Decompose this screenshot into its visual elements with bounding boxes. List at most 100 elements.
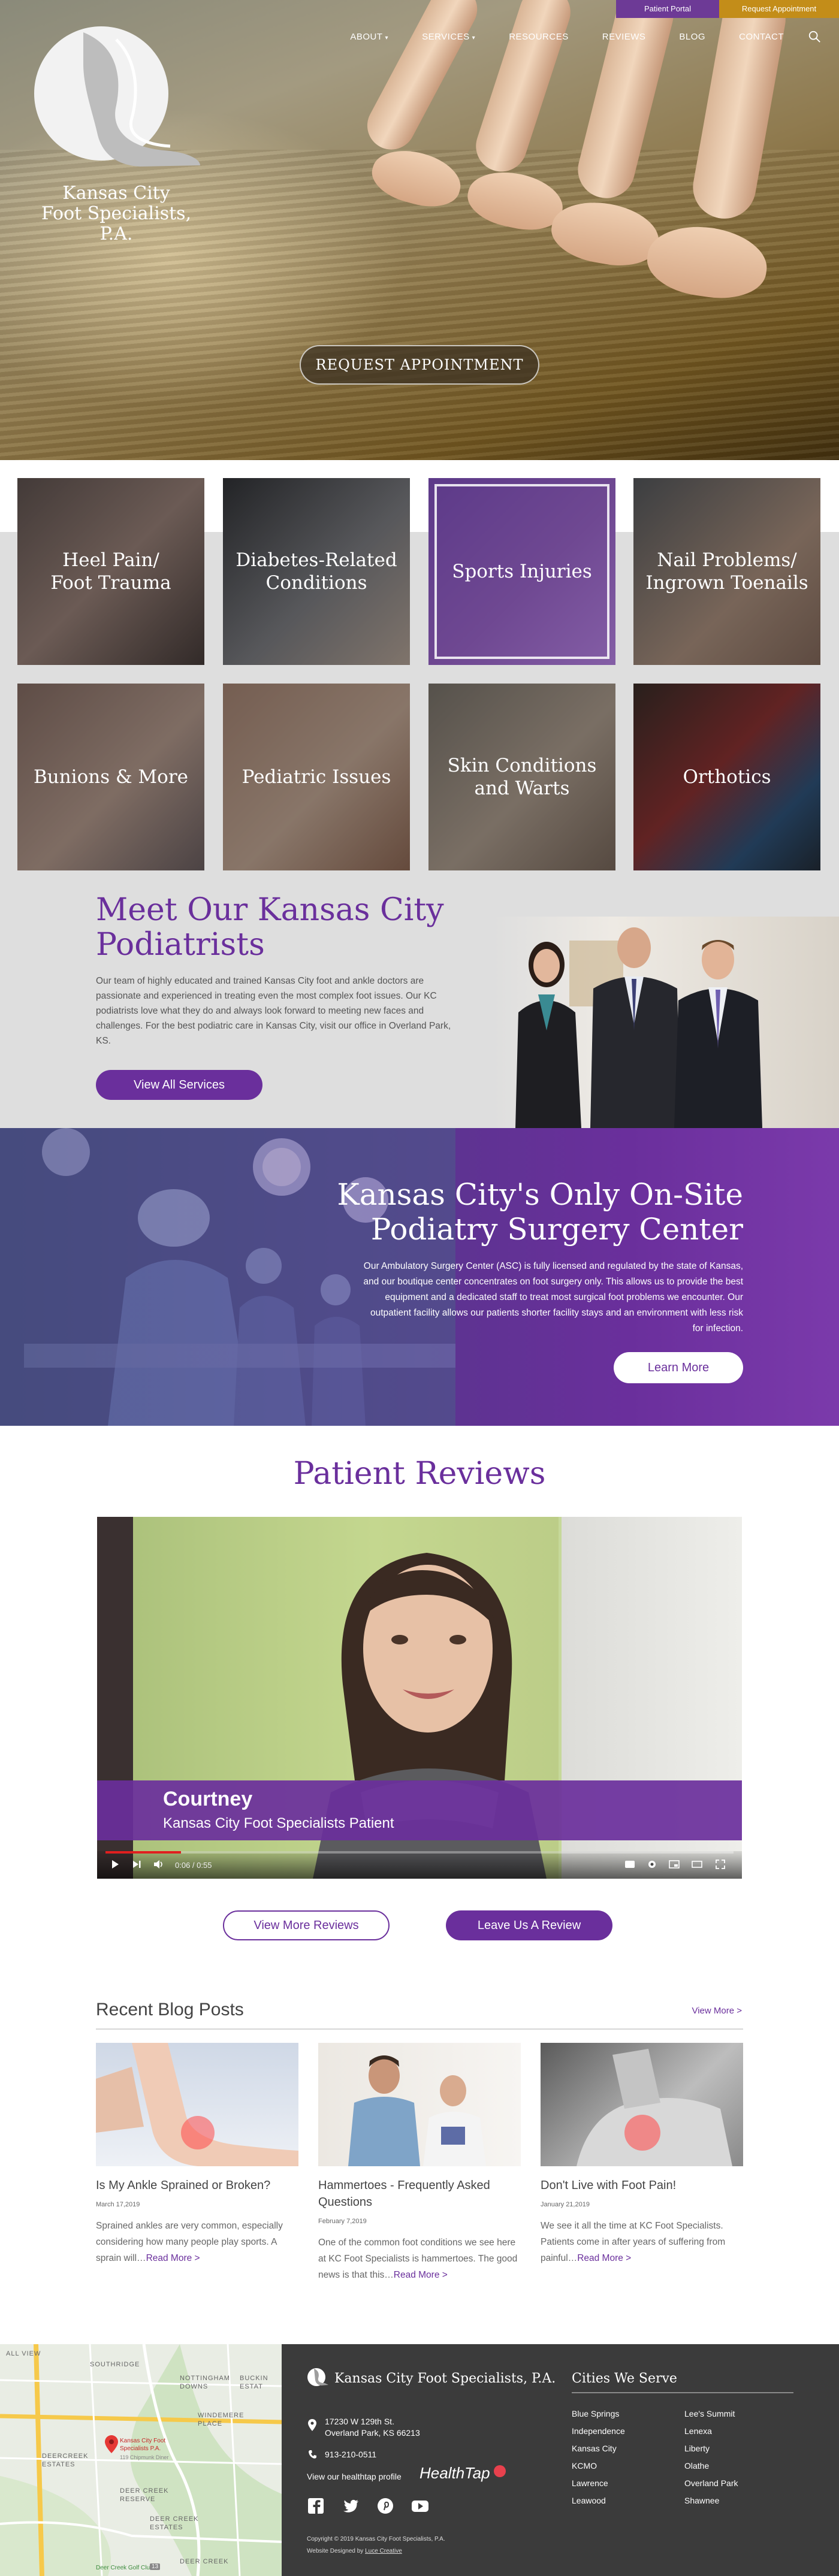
service-tile-heel-pain[interactable]: Heel Pain/Foot Trauma (17, 478, 204, 665)
read-more-link[interactable]: Read More > (577, 2253, 631, 2263)
search-icon[interactable] (808, 30, 821, 43)
footer-brand[interactable]: Kansas City Foot Specialists, P.A. (334, 2371, 556, 2386)
blog-post-date: March 17,2019 (96, 2201, 140, 2208)
office-map[interactable]: ALL VIEW SOUTHRIDGE NOTTINGHAM DOWNS BUC… (0, 2344, 282, 2576)
services-section: Heel Pain/Foot Trauma Diabetes-Related Co… (0, 460, 839, 893)
read-more-link[interactable]: Read More > (146, 2253, 200, 2263)
play-icon[interactable] (110, 1860, 120, 1869)
map-label: ALL VIEW (6, 2350, 41, 2357)
service-tile-diabetes[interactable]: Diabetes-Related Conditions (223, 478, 410, 665)
city-link[interactable]: Lenexa (684, 2426, 712, 2436)
chevron-down-icon: ▾ (385, 34, 389, 41)
next-icon[interactable] (132, 1860, 141, 1869)
nav-item-contact[interactable]: CONTACT (739, 32, 784, 42)
footer-logo-icon[interactable] (307, 2366, 330, 2388)
blog-view-more-link[interactable]: View More > (692, 2006, 742, 2016)
designed-by: Website Designed by Luce Creative (307, 2548, 402, 2554)
view-more-reviews-button[interactable]: View More Reviews (223, 1910, 390, 1940)
footer: Kansas City Foot Specialists, P.A. 17230… (282, 2344, 839, 2576)
video-person-role: Kansas City Foot Specialists Patient (163, 1815, 394, 1831)
twitter-icon[interactable] (342, 2497, 360, 2515)
city-link[interactable]: Blue Springs (572, 2409, 619, 2418)
read-more-link[interactable]: Read More > (394, 2270, 448, 2280)
blog-post[interactable]: Is My Ankle Sprained or Broken? March 17… (96, 2043, 298, 2266)
service-tile-orthotics[interactable]: Orthotics (633, 684, 820, 870)
blog-divider (96, 2028, 743, 2030)
foot-logo-icon (34, 26, 200, 167)
theater-icon[interactable] (692, 1860, 702, 1869)
footer-address[interactable]: 17230 W 129th St. Overland Park, KS 6621… (325, 2416, 420, 2439)
tile-label: Skin Conditions and Warts (447, 755, 597, 799)
nav-item-about[interactable]: ABOUT ▾ (350, 32, 388, 42)
learn-more-button[interactable]: Learn More (614, 1352, 743, 1383)
nav-item-blog[interactable]: BLOG (679, 32, 705, 42)
blog-post-thumbnail[interactable] (541, 2043, 743, 2166)
facebook-icon[interactable] (307, 2497, 325, 2515)
map-label: DEER CREEK ESTATES (150, 2515, 199, 2531)
leave-review-button[interactable]: Leave Us A Review (446, 1910, 612, 1940)
request-appointment-link[interactable]: Request Appointment (719, 0, 839, 18)
map-label: DEER CREEK (180, 2558, 229, 2565)
city-link[interactable]: Leawood (572, 2496, 606, 2505)
copyright: Copyright © 2019 Kansas City Foot Specia… (307, 2536, 445, 2542)
blog-post[interactable]: Don't Live with Foot Pain! January 21,20… (541, 2043, 743, 2266)
fullscreen-icon[interactable] (716, 1860, 725, 1869)
city-link[interactable]: Shawnee (684, 2496, 719, 2505)
hero-request-appointment-button[interactable]: REQUEST APPOINTMENT (300, 345, 539, 385)
map-pin-icon (308, 2419, 316, 2431)
blog-post-thumbnail[interactable] (96, 2043, 298, 2166)
city-link[interactable]: Liberty (684, 2444, 710, 2453)
cities-title: Cities We Serve (572, 2371, 677, 2386)
video-person-name: Courtney (163, 1788, 253, 1810)
blog-post-title[interactable]: Don't Live with Foot Pain! (541, 2177, 743, 2194)
map-pin-icon[interactable] (105, 2435, 118, 2453)
youtube-icon[interactable] (411, 2497, 429, 2515)
map-label: NOTTINGHAM DOWNS (180, 2375, 230, 2390)
phone-icon (309, 2450, 316, 2459)
pinterest-icon[interactable] (376, 2497, 394, 2515)
hero-leg (358, 0, 486, 158)
city-link[interactable]: Lee's Summit (684, 2409, 735, 2418)
service-tile-sports-injuries[interactable]: Sports Injuries (428, 478, 615, 665)
city-link[interactable]: Lawrence (572, 2478, 608, 2488)
foot-pain-image (577, 2049, 732, 2166)
nav-item-services[interactable]: SERVICES ▾ (422, 32, 475, 42)
blog-post-thumbnail[interactable] (318, 2043, 521, 2166)
captions-icon[interactable] (624, 1860, 635, 1869)
address-line1: 17230 W 129th St. (325, 2417, 394, 2426)
map-road-number: 13 (150, 2563, 161, 2570)
service-tile-nail-problems[interactable]: Nail Problems/Ingrown Toenails (633, 478, 820, 665)
patient-portal-link[interactable]: Patient Portal (616, 0, 719, 18)
city-link[interactable]: Kansas City (572, 2444, 617, 2453)
nav-item-resources[interactable]: RESOURCES (509, 32, 569, 42)
service-tile-skin-conditions[interactable]: Skin Conditions and Warts (428, 684, 615, 870)
footer-phone[interactable]: 913-210-0511 (325, 2449, 376, 2460)
healthtap-logo[interactable]: HealthTap (420, 2464, 506, 2483)
volume-icon[interactable] (153, 1860, 164, 1869)
video-progress-bar[interactable] (105, 1851, 734, 1854)
blog-post-title[interactable]: Is My Ankle Sprained or Broken? (96, 2177, 298, 2194)
service-tile-pediatric[interactable]: Pediatric Issues (223, 684, 410, 870)
city-link[interactable]: Overland Park (684, 2478, 738, 2488)
surgery-body: Our Ambulatory Surgery Center (ASC) is f… (363, 1261, 743, 1334)
city-link[interactable]: KCMO (572, 2461, 597, 2471)
tile-label: Bunions & More (33, 766, 189, 788)
nav-item-reviews[interactable]: REVIEWS (602, 32, 646, 42)
site-logo[interactable]: Kansas City Foot Specialists, P.A. (26, 22, 206, 244)
review-video-player[interactable]: Courtney Kansas City Foot Specialists Pa… (97, 1517, 742, 1879)
city-link[interactable]: Independence (572, 2426, 625, 2436)
service-tile-bunions[interactable]: Bunions & More (17, 684, 204, 870)
miniplayer-icon[interactable] (669, 1860, 680, 1869)
designer-link[interactable]: Luce Creative (365, 2548, 402, 2554)
settings-icon[interactable] (647, 1860, 657, 1869)
city-link[interactable]: Olathe (684, 2461, 709, 2471)
logo-line1: Kansas City (62, 183, 170, 204)
cities-divider (572, 2392, 793, 2393)
map-label: SOUTHRIDGE (90, 2361, 140, 2368)
tile-label: Heel Pain/Foot Trauma (50, 549, 171, 594)
view-all-services-button[interactable]: View All Services (96, 1070, 262, 1100)
surgery-center-section: Kansas City's Only On-Site Podiatry Surge… (0, 1128, 839, 1426)
blog-post-title[interactable]: Hammertoes - Frequently Asked Questions (318, 2177, 521, 2211)
blog-title: Recent Blog Posts (96, 2000, 244, 2019)
blog-post[interactable]: Hammertoes - Frequently Asked Questions … (318, 2043, 521, 2283)
